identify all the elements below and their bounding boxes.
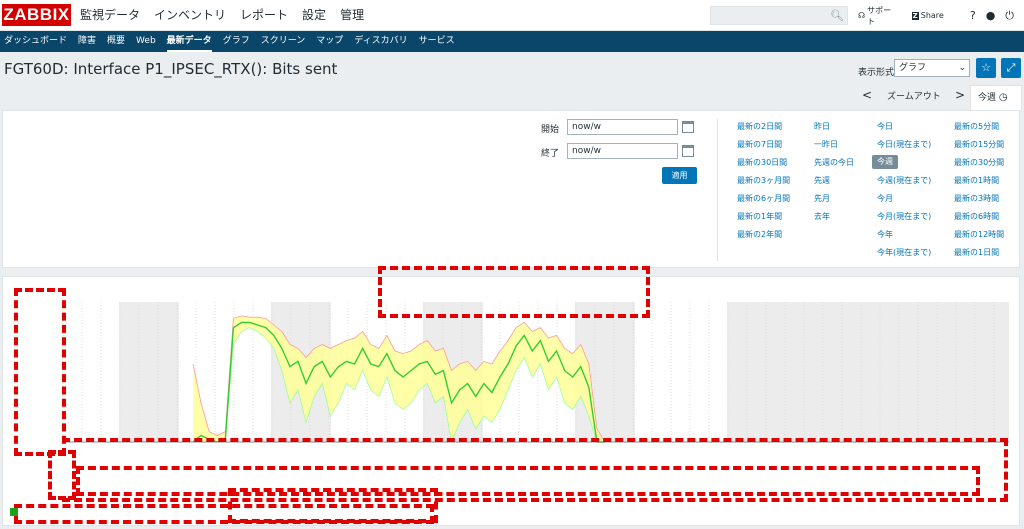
- user-icon[interactable]: ●: [986, 9, 996, 22]
- prev-period-button[interactable]: <: [862, 87, 872, 103]
- submenu-problems[interactable]: 障害: [78, 31, 96, 52]
- calendar-icon[interactable]: [682, 145, 694, 157]
- quick-range-item[interactable]: 最新の3ヶ月間: [737, 175, 790, 187]
- quick-range-item[interactable]: 今日(現在まで): [877, 139, 931, 151]
- quick-range-item[interactable]: 最新の3時間: [954, 193, 999, 205]
- help-button[interactable]: ?: [970, 9, 976, 22]
- redaction-box: [48, 450, 76, 500]
- star-icon: ☆: [981, 61, 991, 74]
- share-icon: Z: [911, 11, 919, 20]
- grid-band: [119, 302, 179, 442]
- search-input[interactable]: 🔍︎: [710, 6, 848, 25]
- menu-administration[interactable]: 管理: [340, 0, 364, 31]
- submenu-services[interactable]: サービス: [419, 31, 455, 52]
- calendar-icon[interactable]: [682, 121, 694, 133]
- from-label: 開始: [541, 125, 560, 135]
- redaction-box: [378, 266, 650, 318]
- page-header: FGT60D: Interface P1_IPSEC_RTX(): Bits s…: [0, 52, 1024, 85]
- clock-icon: ◷: [998, 92, 1008, 103]
- chevron-down-icon: ⌄: [958, 63, 966, 73]
- quick-range-item[interactable]: 最新の1年間: [737, 211, 782, 223]
- quick-range-item[interactable]: 最新の2日間: [737, 121, 782, 133]
- menu-monitoring[interactable]: 監視データ: [80, 0, 140, 31]
- quick-range-item[interactable]: 最新の30分間: [954, 157, 1004, 169]
- quick-range-item[interactable]: 今年: [877, 229, 893, 241]
- submenu-discovery[interactable]: ディスカバリ: [354, 31, 407, 52]
- view-mode-label: 表示形式: [858, 68, 895, 78]
- quick-range-item[interactable]: 先月: [814, 193, 830, 205]
- apply-button[interactable]: 適用: [662, 167, 697, 184]
- next-period-button[interactable]: >: [955, 87, 965, 103]
- filter-divider: [717, 119, 718, 261]
- quick-range-item[interactable]: 最新の6ヶ月間: [737, 193, 790, 205]
- quick-range-item[interactable]: 今月: [877, 193, 893, 205]
- menu-reports[interactable]: レポート: [240, 0, 288, 31]
- share-label: Share: [920, 11, 944, 20]
- tab-time-filter[interactable]: 今週 ◷: [970, 85, 1022, 110]
- zoom-out-button[interactable]: ズームアウト: [887, 89, 941, 105]
- grid-band: [727, 302, 787, 442]
- view-mode-value: グラフ: [899, 63, 927, 73]
- search-icon[interactable]: 🔍︎: [830, 7, 844, 24]
- quick-range-item[interactable]: 最新の5分間: [954, 121, 999, 133]
- top-bar: ZABBIX 監視データ インベントリ レポート 設定 管理 🔍︎ ☊ サポート …: [0, 0, 1024, 31]
- quick-range-item[interactable]: 最新の1日間: [954, 247, 999, 259]
- menu-configuration[interactable]: 設定: [302, 0, 326, 31]
- power-icon[interactable]: ⏻: [1005, 9, 1014, 23]
- submenu-graphs[interactable]: グラフ: [223, 31, 250, 52]
- from-value: now/w: [572, 122, 601, 132]
- from-input[interactable]: now/w: [567, 119, 678, 135]
- submenu-dashboard[interactable]: ダッシュボード: [4, 31, 67, 52]
- page-title: FGT60D: Interface P1_IPSEC_RTX(): Bits s…: [4, 60, 338, 78]
- quick-range-item[interactable]: 先週: [814, 175, 830, 187]
- submenu-latest-data[interactable]: 最新データ: [166, 31, 212, 52]
- legend-color-swatch: [10, 508, 18, 516]
- quick-range-item[interactable]: 最新の15分間: [954, 139, 1004, 151]
- redaction-box: [76, 466, 980, 496]
- quick-range-item[interactable]: 最新の30日間: [737, 157, 787, 169]
- submenu-overview[interactable]: 概要: [107, 31, 125, 52]
- view-mode-select[interactable]: グラフ ⌄: [894, 59, 970, 77]
- top-links: ☊ サポート Z Share ? ● ⏻: [858, 0, 1024, 31]
- redaction-box: [14, 288, 66, 456]
- quick-range-item[interactable]: 今月(現在まで): [877, 211, 931, 223]
- to-input[interactable]: now/w: [567, 143, 678, 159]
- headset-icon: ☊: [858, 11, 866, 20]
- submenu-screens[interactable]: スクリーン: [261, 31, 306, 52]
- quick-range-item[interactable]: 今日: [877, 121, 893, 133]
- quick-range-item[interactable]: 去年: [814, 211, 830, 223]
- time-nav-row: < ズームアウト > 今週 ◷: [0, 85, 1024, 110]
- share-link[interactable]: Z Share: [911, 11, 954, 20]
- quick-range-item[interactable]: 最新の7日間: [737, 139, 782, 151]
- tab-time-filter-label: 今週: [978, 93, 997, 103]
- submenu-web[interactable]: Web: [136, 31, 156, 52]
- quick-range-item[interactable]: 今年(現在まで): [877, 247, 931, 259]
- submenu-maps[interactable]: マップ: [316, 31, 343, 52]
- time-filter-panel: 開始 now/w 終了 now/w 適用 最新の2日間 最新の7日間 最新の30…: [2, 110, 1020, 268]
- support-link[interactable]: ☊ サポート: [858, 5, 902, 27]
- fullscreen-button[interactable]: ⤢: [1001, 58, 1021, 78]
- redaction-box: [14, 504, 434, 524]
- quick-range-item[interactable]: 先週の今日: [814, 157, 854, 169]
- quick-range-item[interactable]: 最新の1時間: [954, 175, 999, 187]
- quick-range-item[interactable]: 一昨日: [814, 139, 838, 151]
- min-max-band: [193, 315, 605, 442]
- zabbix-logo[interactable]: ZABBIX: [2, 4, 71, 26]
- quick-range-item-selected[interactable]: 今週: [872, 155, 898, 169]
- menu-inventory[interactable]: インベントリ: [154, 0, 226, 31]
- quick-range-item[interactable]: 今週(現在まで): [877, 175, 931, 187]
- quick-range-item[interactable]: 最新の12時間: [954, 229, 1004, 241]
- sub-menu-bar: ダッシュボード 障害 概要 Web 最新データ グラフ スクリーン マップ ディ…: [0, 31, 1024, 52]
- grid-band: [787, 302, 1009, 442]
- quick-range-item[interactable]: 昨日: [814, 121, 830, 133]
- to-label: 終了: [541, 149, 560, 159]
- favorite-button[interactable]: ☆: [976, 58, 996, 78]
- to-value: now/w: [572, 146, 601, 156]
- quick-range-item[interactable]: 最新の6時間: [954, 211, 999, 223]
- expand-icon: ⤢: [1006, 61, 1016, 74]
- support-label: サポート: [867, 5, 892, 26]
- quick-range-item[interactable]: 最新の2年間: [737, 229, 782, 241]
- main-menu: 監視データ インベントリ レポート 設定 管理: [80, 0, 378, 31]
